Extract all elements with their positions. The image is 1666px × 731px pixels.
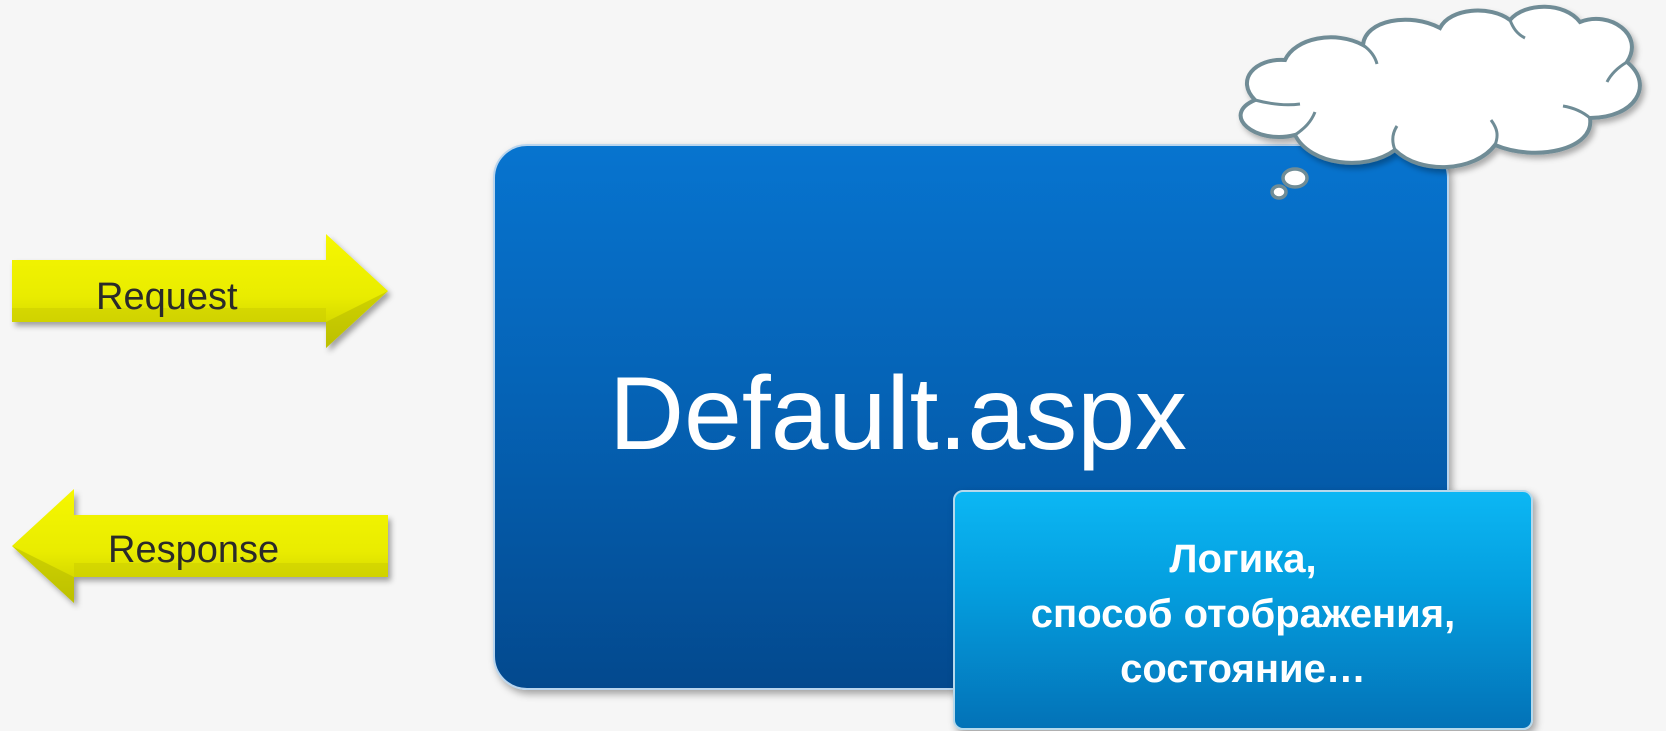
code-behind-line: Логика, — [1169, 537, 1317, 581]
code-behind-line: способ отображения, — [1030, 592, 1456, 636]
thought-cloud-icon — [1238, 4, 1642, 200]
page-title: Default.aspx — [608, 356, 1188, 472]
response-arrow: Response — [8, 485, 393, 615]
thought-cloud — [1215, 0, 1666, 210]
request-label: Request — [96, 276, 238, 318]
code-behind-text: Логика, способ отображения, состояние… — [953, 532, 1533, 697]
code-behind-line: состояние… — [1120, 647, 1366, 691]
request-arrow: Request — [8, 230, 393, 360]
response-label: Response — [108, 529, 280, 571]
slide: Request Response Default.aspx Логика, сп… — [0, 0, 1666, 731]
